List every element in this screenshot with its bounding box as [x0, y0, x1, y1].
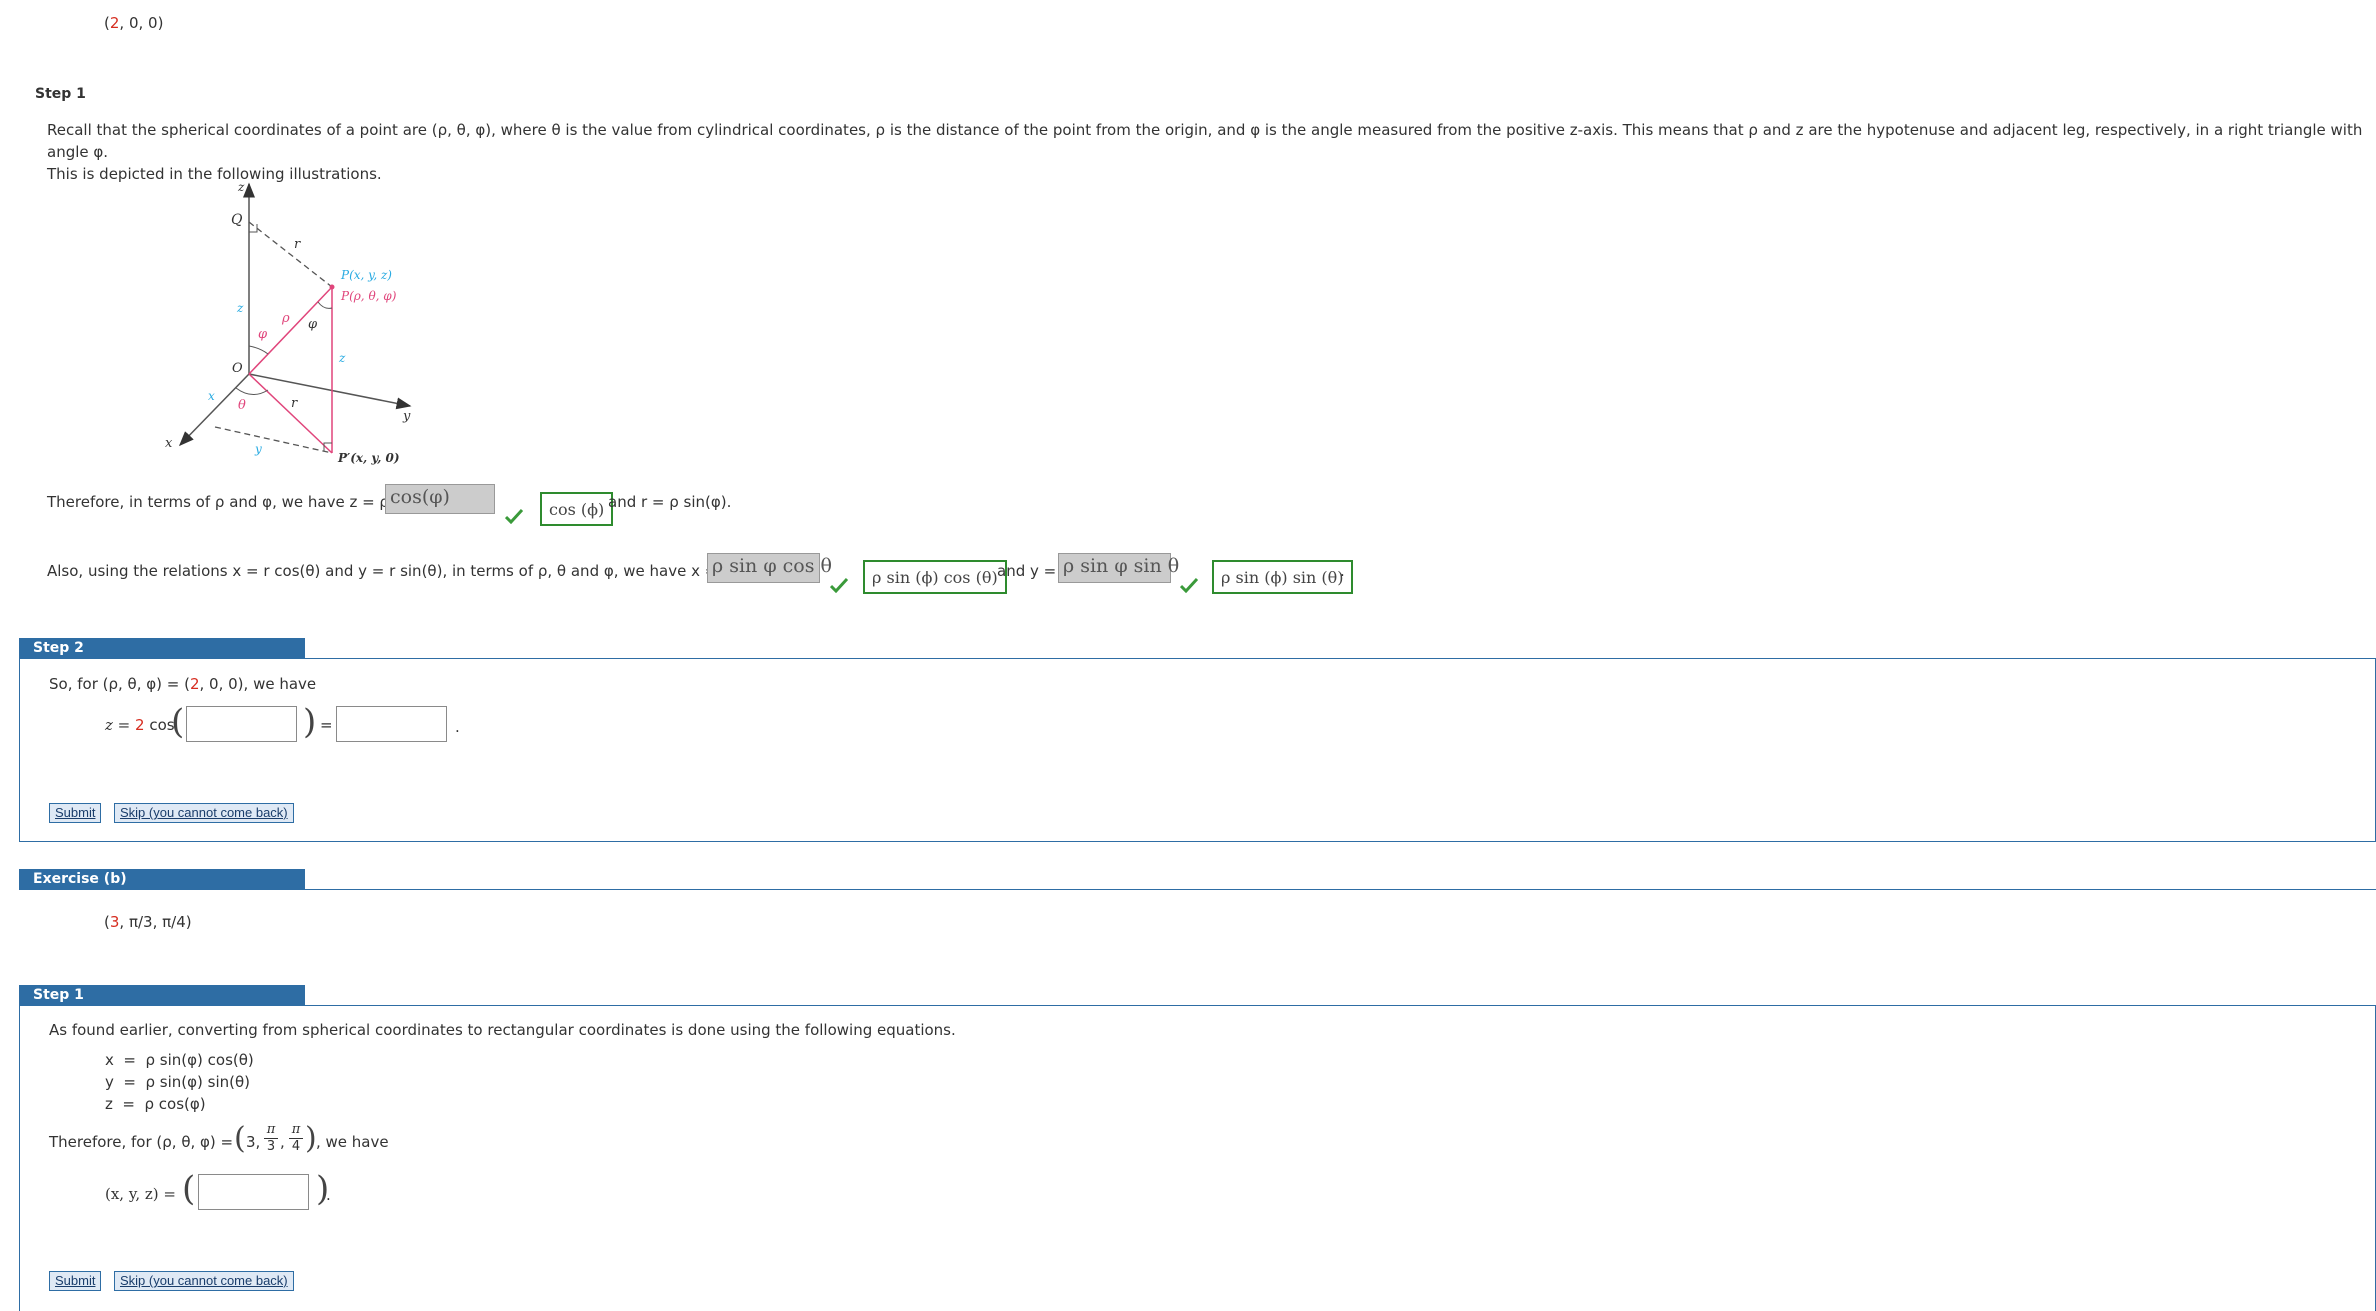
- z-correct-answer: cos (ϕ): [540, 492, 614, 526]
- y-answer-box: ρ sin φ sin θ: [1058, 553, 1179, 583]
- left-paren: (: [234, 1121, 246, 1156]
- x-answer-box: ρ sin φ cos θ: [707, 553, 832, 583]
- step2-equation-prefix: z = 2 cos: [105, 716, 175, 734]
- exercise-b-header: Exercise (b): [19, 869, 305, 889]
- step1-line1-suffix: and r = ρ sin(φ).: [608, 493, 732, 511]
- origin-label: O: [232, 361, 243, 376]
- submit-button[interactable]: Submit: [49, 803, 102, 823]
- p-rho-label: P(ρ, θ, φ): [340, 289, 397, 303]
- p-xyz-label: P(x, y, z): [340, 268, 392, 282]
- step1b-panel: [19, 1005, 2376, 1311]
- step1-para1: Recall that the spherical coordinates of…: [47, 121, 2363, 161]
- step2-panel: [19, 658, 2376, 842]
- top-point: (2, 0, 0): [104, 14, 164, 32]
- x-correct-answer: ρ sin (ϕ) cos (θ): [863, 560, 1007, 594]
- step1b-rho-value: 3,: [246, 1133, 261, 1151]
- fraction-pi-4: π 4: [289, 1122, 303, 1155]
- skip-button[interactable]: Skip (you cannot come back): [114, 803, 294, 823]
- step1-paragraph: Recall that the spherical coordinates of…: [47, 119, 2367, 185]
- phi-arc-top: [317, 301, 333, 309]
- rho-label: ρ: [281, 311, 290, 326]
- step2-period: .: [455, 718, 460, 736]
- step1b-therefore-suffix: , we have: [316, 1133, 389, 1151]
- x-axis-label: x: [165, 436, 173, 451]
- step1-line1-prefix: Therefore, in terms of ρ and φ, we have …: [47, 493, 389, 511]
- point-p: [329, 284, 335, 290]
- step1b-header: Step 1: [19, 985, 305, 1005]
- checkmark-icon: [1180, 577, 1198, 593]
- z-value-input[interactable]: [336, 706, 447, 742]
- p-prime-label: P′(x, y, 0): [337, 451, 400, 465]
- top-point-rest: , 0, 0): [119, 14, 164, 32]
- y-correct-answer: ρ sin (ϕ) sin (θ): [1212, 560, 1353, 594]
- phi-arc: [248, 345, 269, 355]
- xyz-input[interactable]: [198, 1174, 309, 1210]
- x-small-label: x: [208, 389, 215, 403]
- checkmark-icon: [505, 508, 523, 524]
- fraction-pi-3: π 3: [264, 1122, 278, 1155]
- z-left-label: z: [236, 301, 244, 315]
- exercise-b-rho: 3: [109, 913, 120, 931]
- z-answer-box: cos(φ): [385, 484, 495, 514]
- skip-button[interactable]: Skip (you cannot come back): [114, 1271, 294, 1291]
- step1-line2-prefix: Also, using the relations x = r cos(θ) a…: [47, 562, 718, 580]
- checkmark-icon: [830, 577, 848, 593]
- step1-line2-middle: and y =: [997, 562, 1057, 580]
- step2-equals: =: [320, 716, 333, 734]
- r-top-label: r: [294, 237, 301, 252]
- r-bottom-label: r: [291, 396, 298, 411]
- right-paren: ): [303, 702, 317, 742]
- step1-label: Step 1: [35, 86, 86, 102]
- right-paren: ): [305, 1121, 317, 1156]
- fraction-comma: ,: [280, 1133, 285, 1151]
- z-right-label: z: [338, 351, 346, 365]
- spherical-coordinates-diagram: z Q r P(x, y, z) P(ρ, θ, φ) z φ ρ φ z O …: [165, 180, 412, 465]
- x-to-pprime-dashed: [214, 426, 333, 454]
- phi-left-label: φ: [258, 327, 268, 342]
- q-to-p-dashed: [248, 221, 333, 288]
- exercise-b-point: (3, π/3, π/4): [104, 913, 192, 931]
- equation-y: y = ρ sin(φ) sin(θ): [105, 1073, 251, 1091]
- step2-rho-value: 2: [189, 675, 200, 693]
- step1b-intro: As found earlier, converting from spheri…: [49, 1021, 956, 1039]
- submit-button[interactable]: Submit: [49, 1271, 102, 1291]
- step2-intro: So, for (ρ, θ, φ) = (2, 0, 0), we have: [49, 675, 317, 693]
- exercise-b-divider: [19, 889, 2376, 890]
- step1b-therefore-prefix: Therefore, for (ρ, θ, φ) =: [49, 1133, 238, 1151]
- equation-z: z = ρ cos(φ): [105, 1095, 206, 1113]
- z-axis-label: z: [237, 180, 245, 194]
- theta-label: θ: [238, 398, 246, 413]
- step1-line2-end: .: [1340, 562, 1345, 580]
- left-paren: (: [182, 1169, 196, 1209]
- equation-x: x = ρ sin(φ) cos(θ): [105, 1051, 254, 1069]
- xyz-label: (x, y, z) =: [105, 1185, 176, 1203]
- step2-eq-rho: 2: [135, 716, 145, 734]
- y-axis-label: y: [402, 409, 411, 424]
- left-paren: (: [171, 702, 185, 742]
- theta-arc: [235, 387, 269, 395]
- q-label: Q: [231, 212, 243, 228]
- phi-right-label: φ: [308, 317, 318, 332]
- angle-input[interactable]: [186, 706, 297, 742]
- step2-header: Step 2: [19, 638, 305, 658]
- step1b-period: .: [326, 1186, 331, 1204]
- y-axis-line: [248, 373, 412, 410]
- y-small-label: y: [254, 442, 262, 456]
- top-point-value: 2: [109, 14, 120, 32]
